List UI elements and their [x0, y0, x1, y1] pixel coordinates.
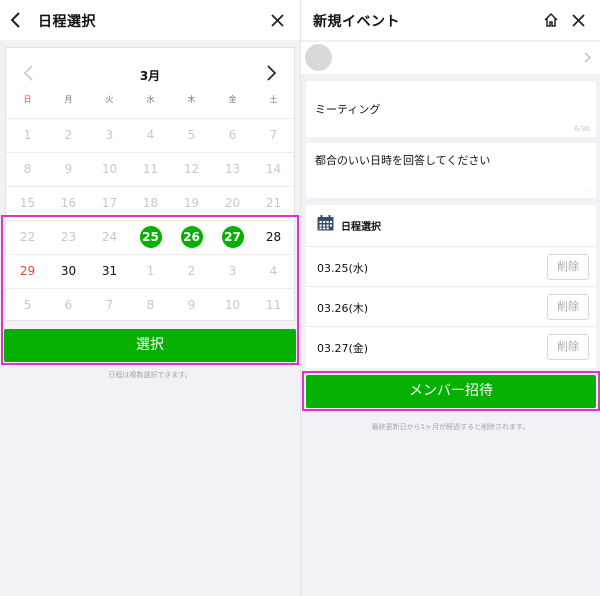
month-label: 3月: [139, 69, 161, 83]
calendar-day: 16: [60, 196, 77, 210]
event-name-counter: 6/30: [574, 125, 590, 133]
date-text: 03.25(水): [317, 262, 369, 275]
weekday-label: 火: [105, 95, 114, 104]
description-text: 都合のいい日時を回答してください: [315, 154, 491, 167]
delete-button[interactable]: 削除: [547, 254, 589, 280]
calendar-day[interactable]: 30: [48, 255, 89, 288]
calendar-day: 17: [101, 196, 118, 210]
calendar-day: 1: [146, 264, 155, 278]
avatar[interactable]: [305, 44, 332, 71]
calendar-day: 23: [60, 230, 77, 244]
day-number: 27: [221, 226, 244, 248]
date-row: 03.25(水) 削除: [306, 246, 596, 287]
deletion-note: 最終更新日から1ヶ月が経過すると削除されます。: [371, 423, 530, 431]
calendar-icon: [317, 215, 334, 231]
calendar-day: 4: [269, 264, 278, 278]
weekday-header: 日月火水木金土: [6, 94, 294, 108]
select-button[interactable]: 選択: [4, 329, 296, 362]
weekday-label: 木: [187, 95, 196, 104]
calendar-day: 12: [183, 162, 200, 176]
calendar-day: 10: [101, 162, 118, 176]
calendar-day: 8: [23, 162, 32, 176]
calendar-day: 11: [265, 298, 282, 312]
calendar-day: 3: [105, 128, 114, 142]
cover-image-row[interactable]: [301, 42, 600, 74]
calendar-day: 10: [224, 298, 241, 312]
calendar-day: 22: [19, 230, 36, 244]
header: 新規イベント: [301, 0, 600, 40]
next-month-icon[interactable]: [260, 62, 282, 84]
calendar-day: 15: [19, 196, 36, 210]
calendar-week-row: 22 23 24 25 26 27 28: [6, 220, 294, 254]
calendar-day: 9: [64, 162, 73, 176]
header: 日程選択: [0, 0, 300, 40]
calendar-day: 8: [146, 298, 155, 312]
calendar-week-row: 1 2 3 4 5 6 7: [6, 118, 294, 152]
event-name-text: ミーティング: [315, 103, 381, 116]
calendar-day: 5: [23, 298, 32, 312]
calendar-day[interactable]: 28: [253, 221, 294, 254]
description-counter: .: [587, 186, 590, 194]
date-text: 03.27(金): [317, 342, 369, 355]
invite-members-button[interactable]: メンバー招待: [306, 375, 596, 408]
calendar-day: 9: [187, 298, 196, 312]
calendar-day: 2: [64, 128, 73, 142]
calendar: 3月 日月火水木金土 1 2 3 4 5 6 7 8 9 10 11 12 13 14 15 16 17 18 19…: [5, 47, 295, 321]
description-field[interactable]: 都合のいい日時を回答してください .: [306, 143, 596, 198]
page-title: 新規イベント: [313, 14, 400, 30]
section-title: 日程選択: [341, 222, 381, 233]
calendar-day-selected[interactable]: 26: [171, 221, 212, 254]
calendar-day: 14: [265, 162, 282, 176]
calendar-day-selected[interactable]: 25: [130, 221, 171, 254]
event-name-field[interactable]: ミーティング 6/30: [306, 81, 596, 137]
calendar-day: 21: [265, 196, 282, 210]
calendar-day: 19: [183, 196, 200, 210]
calendar-day: 7: [105, 298, 114, 312]
date-text: 03.26(木): [317, 302, 369, 315]
page-title: 日程選択: [38, 14, 96, 30]
weekday-label: 月: [64, 95, 73, 104]
date-row: 03.26(木) 削除: [306, 286, 596, 327]
calendar-day: 18: [142, 196, 159, 210]
new-event-screen: 新規イベント ミーティング 6/30 都合のいい日時を回答してください . 日程…: [300, 0, 600, 596]
calendar-day: 6: [64, 298, 73, 312]
delete-button[interactable]: 削除: [547, 294, 589, 320]
weekday-label: 金: [228, 95, 237, 104]
back-arrow-icon[interactable]: [10, 12, 22, 28]
calendar-week-row: 8 9 10 11 12 13 14: [6, 152, 294, 186]
calendar-week-row: 5 6 7 8 9 10 11: [6, 288, 294, 322]
calendar-day: 1: [23, 128, 32, 142]
date-row: 03.27(金) 削除: [306, 326, 596, 367]
calendar-day: 4: [146, 128, 155, 142]
schedule-select-screen: 日程選択 3月 日月火水木金土 1 2 3 4 5 6 7 8 9 10 11 12 13 14 15 16 1…: [0, 0, 300, 596]
calendar-week-row: 29 30 31 1 2 3 4: [6, 254, 294, 288]
weekday-label: 日: [23, 95, 32, 104]
weekday-label: 水: [146, 95, 155, 104]
calendar-day: 5: [187, 128, 196, 142]
calendar-day: 7: [269, 128, 278, 142]
calendar-day-selected[interactable]: 27: [212, 221, 253, 254]
chevron-right-icon[interactable]: [584, 52, 591, 63]
calendar-day: 2: [187, 264, 196, 278]
calendar-day[interactable]: 31: [89, 255, 130, 288]
calendar-day: 3: [228, 264, 237, 278]
day-number: 25: [139, 226, 162, 248]
calendar-day: 24: [101, 230, 118, 244]
close-icon[interactable]: [271, 14, 284, 27]
home-icon[interactable]: [543, 12, 559, 28]
calendar-day: 6: [228, 128, 237, 142]
calendar-day: 20: [224, 196, 241, 210]
weekday-label: 土: [269, 95, 278, 104]
calendar-day: 13: [224, 162, 241, 176]
delete-button[interactable]: 削除: [547, 334, 589, 360]
close-icon[interactable]: [572, 14, 585, 27]
calendar-day[interactable]: 29: [7, 255, 48, 288]
calendar-week-row: 15 16 17 18 19 20 21: [6, 186, 294, 220]
day-number: 26: [180, 226, 203, 248]
multi-select-note: 日程は複数選択できます。: [108, 371, 192, 379]
calendar-day: 11: [142, 162, 159, 176]
schedule-section: 日程選択 03.25(水) 削除 03.26(木) 削除 03.27(金) 削除: [306, 205, 596, 368]
